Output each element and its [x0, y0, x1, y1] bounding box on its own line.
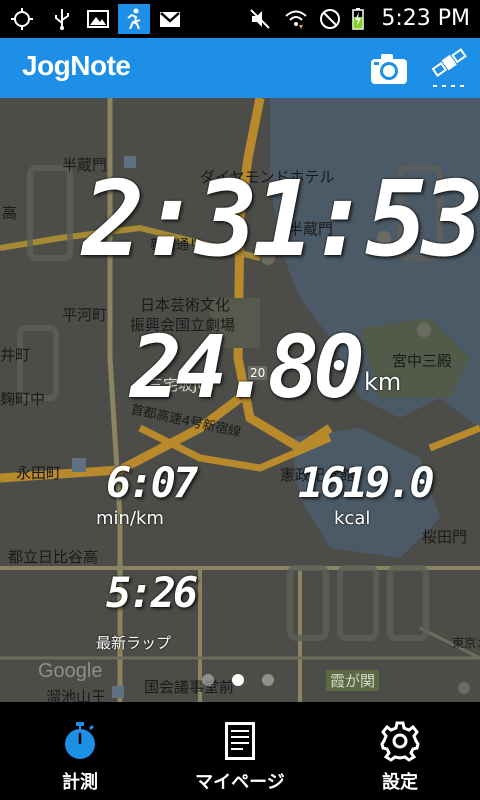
gmail-icon: [160, 12, 180, 27]
calories-value: 1619.0: [298, 458, 435, 507]
map-label: 東京メ: [452, 636, 480, 650]
map-label: 溜池山王: [46, 688, 107, 702]
pace-unit: min/km: [96, 508, 164, 529]
map-label: 日本芸術文化: [140, 296, 231, 314]
status-bar: 5:23 PM: [0, 0, 480, 38]
calories-unit: kcal: [334, 508, 371, 529]
nav-settings[interactable]: 設定: [350, 702, 450, 800]
gear-icon: [380, 721, 420, 762]
gps-icon: [11, 8, 33, 30]
page-dot[interactable]: [202, 674, 214, 686]
nav-measure[interactable]: 計測: [30, 702, 130, 800]
mute-icon: [250, 9, 270, 29]
status-time: 5:23 PM: [381, 6, 470, 31]
map-label: 高: [2, 204, 18, 222]
nav-mypage[interactable]: マイページ: [180, 702, 300, 800]
google-logo: Google: [38, 660, 103, 682]
pace-value: 6:07: [106, 458, 198, 507]
elapsed-time: 2:31:53: [82, 158, 480, 280]
page-indicator: [198, 672, 282, 688]
camera-icon[interactable]: [368, 51, 410, 87]
jogger-icon: [127, 8, 141, 30]
nav-settings-label: 設定: [382, 772, 418, 793]
document-icon: [225, 722, 255, 760]
wifi-icon: [285, 10, 307, 29]
distance-unit: km: [364, 368, 402, 396]
nav-measure-label: 計測: [62, 772, 98, 793]
map-label: 麹町中: [0, 390, 46, 408]
satellite-icon[interactable]: [428, 46, 472, 92]
page-dot[interactable]: [262, 674, 274, 686]
usb-icon: [55, 9, 69, 30]
image-icon: [87, 10, 109, 28]
no-sim-icon: [320, 9, 340, 29]
app-bar: JogNote: [0, 38, 480, 98]
map-label: 永田町: [16, 464, 62, 482]
map-label: 霞が関: [326, 670, 380, 691]
bottom-nav: 計測 マイページ 設定: [0, 702, 480, 800]
map-label: 井町: [0, 346, 31, 364]
map-label: 都立日比谷高: [8, 548, 99, 566]
page-dot-active[interactable]: [232, 674, 244, 686]
distance-value: 24.80: [130, 318, 365, 418]
stopwatch-icon: [65, 722, 95, 759]
map-label: 桜田門: [422, 528, 468, 546]
battery-charging-icon: [352, 8, 364, 30]
lap-time-label: 最新ラップ: [96, 634, 172, 652]
app-title: JogNote: [22, 50, 131, 81]
jogger-notification: [118, 4, 150, 34]
lap-time-value: 5:26: [106, 568, 198, 617]
nav-mypage-label: マイページ: [195, 772, 285, 793]
map-label: 平河町: [62, 306, 108, 324]
